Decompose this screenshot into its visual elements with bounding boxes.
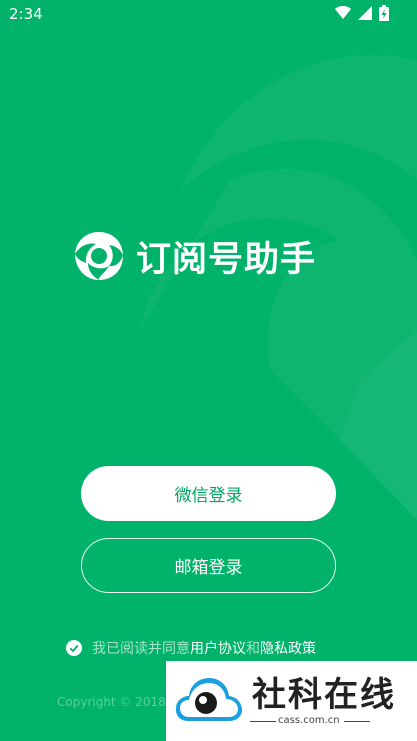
watermark-divider-left xyxy=(250,721,276,722)
watermark-divider-right xyxy=(344,721,370,722)
status-time: 2:34 xyxy=(9,5,43,23)
background-shape xyxy=(140,55,417,520)
wifi-icon xyxy=(335,6,351,19)
status-icons xyxy=(335,5,389,21)
cell-signal-icon xyxy=(358,6,372,20)
app-name: 订阅号助手 xyxy=(136,239,317,280)
app-brand: 订阅号助手 xyxy=(72,228,316,284)
status-bar: 2:34 xyxy=(0,0,417,30)
email-login-button[interactable]: 邮箱登录 xyxy=(81,538,336,593)
watermark: 社科在线 cass.com.cn xyxy=(166,661,417,741)
subscription-assistant-logo-icon xyxy=(75,232,123,280)
agreement-and: 和 xyxy=(246,641,260,657)
privacy-policy-link[interactable]: 隐私政策 xyxy=(260,638,316,658)
copyright-text: Copyright © 2018 xyxy=(57,695,166,709)
wechat-login-button[interactable]: 微信登录 xyxy=(81,466,336,521)
agreement-checkbox-icon[interactable] xyxy=(66,640,82,656)
watermark-url: cass.com.cn xyxy=(278,715,340,726)
agreement-prefix: 我已阅读并同意 xyxy=(92,641,190,657)
watermark-title: 社科在线 xyxy=(252,675,396,715)
battery-charging-icon xyxy=(379,5,389,21)
email-login-label: 邮箱登录 xyxy=(174,558,243,578)
cloud-eye-logo-icon xyxy=(175,678,242,721)
wechat-login-label: 微信登录 xyxy=(174,486,243,506)
agreement-row: 我已阅读并同意 用户协议 和 隐私政策 xyxy=(66,638,316,658)
user-agreement-link[interactable]: 用户协议 xyxy=(190,638,246,658)
